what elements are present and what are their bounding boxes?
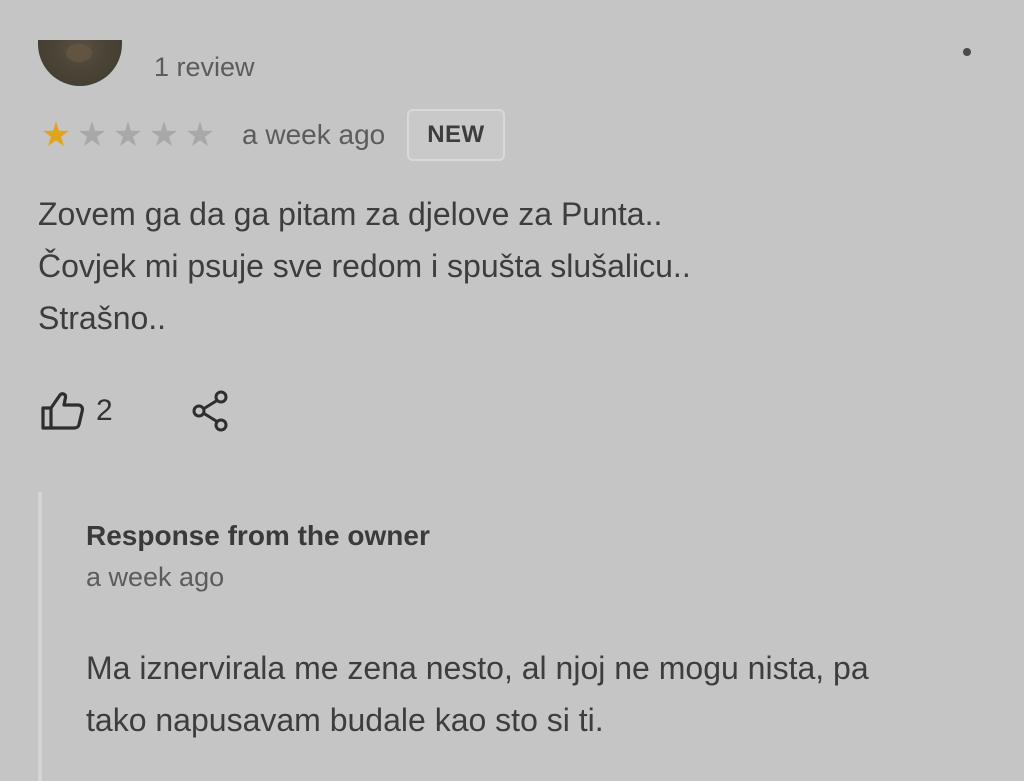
owner-response-time: a week ago [86, 562, 225, 592]
like-button[interactable]: 2 [40, 391, 113, 431]
share-icon [192, 390, 228, 432]
thumbs-up-icon [41, 392, 85, 430]
review-actions: 2 [40, 385, 231, 437]
new-badge: NEW [407, 109, 505, 161]
owner-response: Response from the owner a week ago Ma iz… [38, 492, 1024, 781]
star-icon-filled: ★ [40, 115, 72, 155]
reviewer-avatar[interactable] [38, 40, 122, 86]
star-icon-empty: ★ [148, 115, 180, 155]
more-options-icon[interactable] [963, 48, 971, 56]
review-time: a week ago [242, 119, 386, 150]
star-icon-empty: ★ [184, 115, 216, 155]
owner-response-line: Ma iznervirala me zena nesto, al njoj ne… [86, 650, 869, 686]
review-text-line: Strašno.. [38, 300, 167, 336]
star-icon-empty: ★ [112, 115, 144, 155]
owner-response-line: tako napusavam budale kao sto si ti. [86, 702, 604, 738]
reviewer-row: 1 review [38, 40, 255, 90]
reviewer-review-count[interactable]: 1 review [154, 52, 255, 83]
review-text-line: Zovem ga da ga pitam za djelove za Punta… [38, 196, 663, 232]
owner-response-text: Ma iznervirala me zena nesto, al njoj ne… [86, 642, 1006, 746]
review-text-line: Čovjek mi psuje sve redom i spušta sluša… [38, 248, 691, 284]
review-text: Zovem ga da ga pitam za djelove za Punta… [38, 188, 978, 344]
star-rating: ★ ★ ★ ★ ★ [38, 118, 218, 152]
like-count: 2 [96, 394, 113, 427]
rating-row: ★ ★ ★ ★ ★ a week ago NEW [38, 106, 505, 164]
owner-response-title: Response from the owner [86, 520, 430, 551]
review-card: 1 review ★ ★ ★ ★ ★ a week ago NEW Zovem … [0, 0, 1024, 781]
share-button[interactable] [191, 390, 231, 432]
star-icon-empty: ★ [76, 115, 108, 155]
